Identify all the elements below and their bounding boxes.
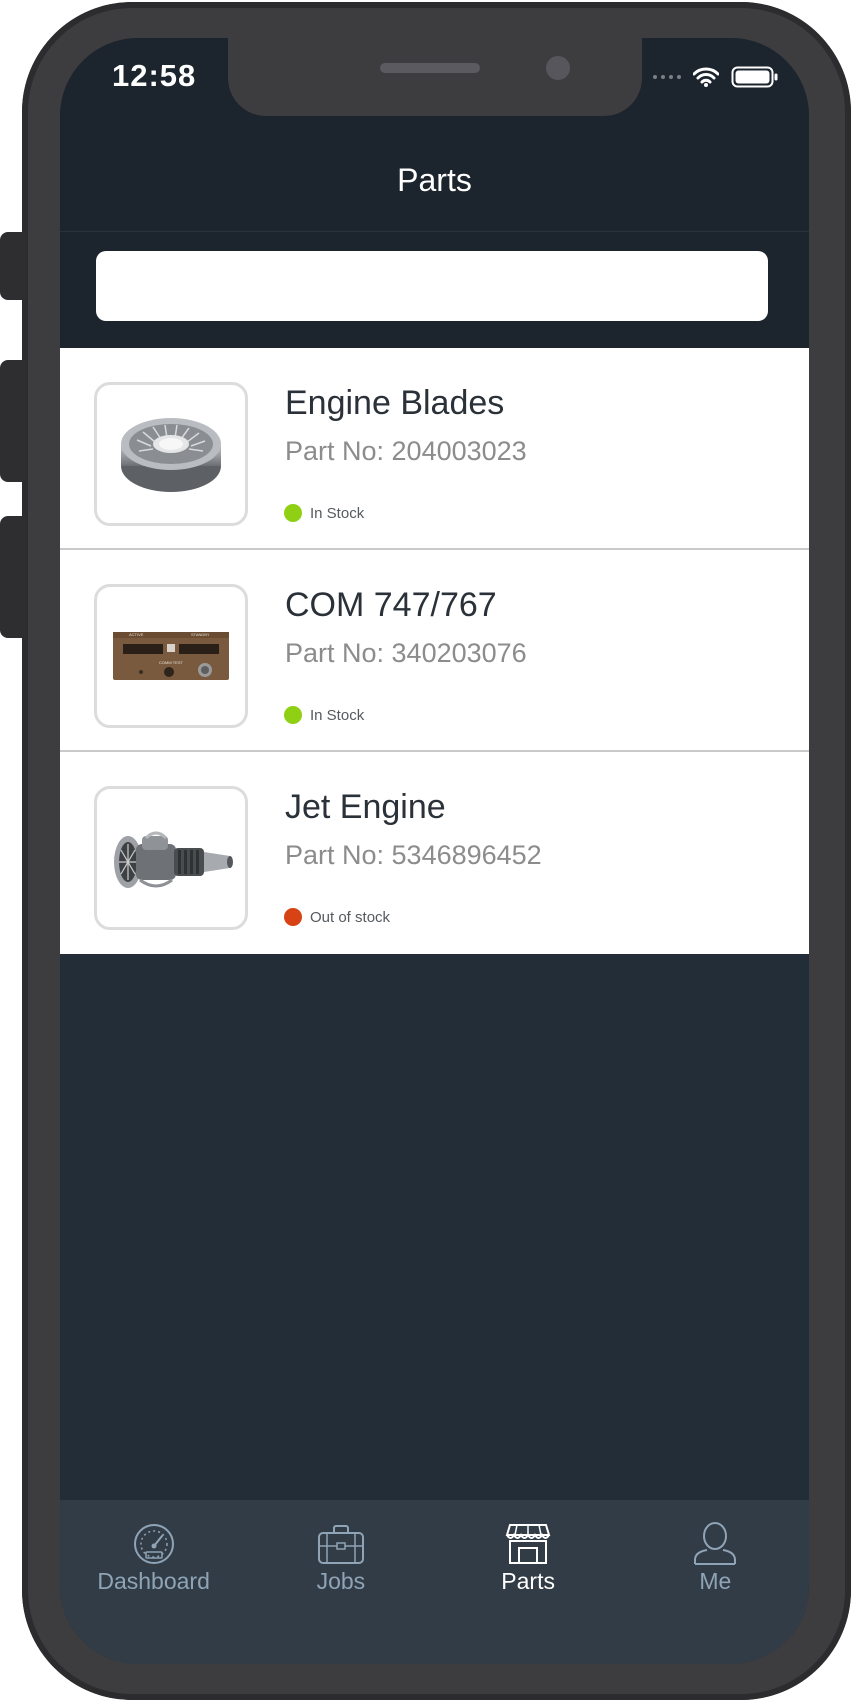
engine-blades-image	[121, 418, 221, 492]
speedometer-icon	[133, 1524, 174, 1564]
tab-label: Jobs	[316, 1568, 366, 1594]
search-input[interactable]	[96, 251, 768, 321]
part-image	[94, 786, 248, 930]
svg-text:STANDBY: STANDBY	[191, 632, 210, 637]
part-number: Part No: 340203076	[285, 638, 527, 668]
page-title: Parts	[397, 162, 472, 198]
stock-indicator-icon	[284, 706, 302, 724]
header-divider	[60, 231, 809, 232]
volume-down-button	[0, 516, 26, 638]
com-radio-panel-image: ACTIVE STANDBY COMM TEST	[113, 632, 229, 680]
tab-jobs[interactable]: Jobs	[247, 1500, 434, 1664]
storefront-icon	[505, 1524, 551, 1564]
volume-up-button	[0, 360, 26, 482]
svg-text:COMM TEST: COMM TEST	[159, 660, 183, 665]
stock-label: In Stock	[310, 504, 365, 522]
list-item[interactable]: Jet Engine Part No: 5346896452 Out of st…	[60, 752, 809, 954]
jet-engine-image	[114, 831, 233, 888]
battery-icon	[731, 66, 778, 88]
user-icon	[694, 1522, 737, 1565]
speaker-grille	[380, 63, 480, 73]
part-number: Part No: 204003023	[285, 436, 527, 466]
app-screen: 12:58 Parts Engine Blades Part No: 20400…	[60, 38, 809, 1664]
tab-label: Dashboard	[97, 1568, 210, 1594]
part-name: COM 747/767	[285, 586, 497, 624]
list-item[interactable]: Engine Blades Part No: 204003023 In Stoc…	[60, 348, 809, 550]
part-number: Part No: 5346896452	[285, 840, 542, 870]
tab-label: Me	[699, 1568, 732, 1594]
stock-label: In Stock	[310, 706, 365, 724]
front-camera	[546, 56, 570, 80]
tab-parts[interactable]: Parts	[435, 1500, 622, 1664]
svg-text:ACTIVE: ACTIVE	[129, 632, 144, 637]
tab-bar: Dashboard Jobs Parts Me	[60, 1500, 809, 1664]
stock-indicator-icon	[284, 908, 302, 926]
stock-indicator-icon	[284, 504, 302, 522]
tab-label: Parts	[501, 1568, 555, 1594]
tab-dashboard[interactable]: Dashboard	[60, 1500, 247, 1664]
list-item[interactable]: ACTIVE STANDBY COMM TEST COM 747/767 Par…	[60, 550, 809, 752]
stock-status: In Stock	[284, 504, 364, 522]
status-icons	[653, 66, 779, 88]
part-name: Engine Blades	[285, 384, 505, 422]
wifi-icon	[693, 67, 719, 87]
briefcase-icon	[317, 1525, 364, 1564]
stock-label: Out of stock	[310, 908, 391, 926]
mute-switch	[0, 232, 26, 300]
status-time: 12:58	[112, 58, 197, 93]
signal-icon	[653, 75, 681, 79]
stock-status: In Stock	[284, 706, 364, 724]
parts-list: Engine Blades Part No: 204003023 In Stoc…	[60, 348, 809, 954]
tab-me[interactable]: Me	[622, 1500, 809, 1664]
stock-status: Out of stock	[284, 908, 390, 926]
part-name: Jet Engine	[285, 788, 446, 826]
part-image	[94, 382, 248, 526]
notch	[228, 38, 642, 116]
part-image: ACTIVE STANDBY COMM TEST	[94, 584, 248, 728]
